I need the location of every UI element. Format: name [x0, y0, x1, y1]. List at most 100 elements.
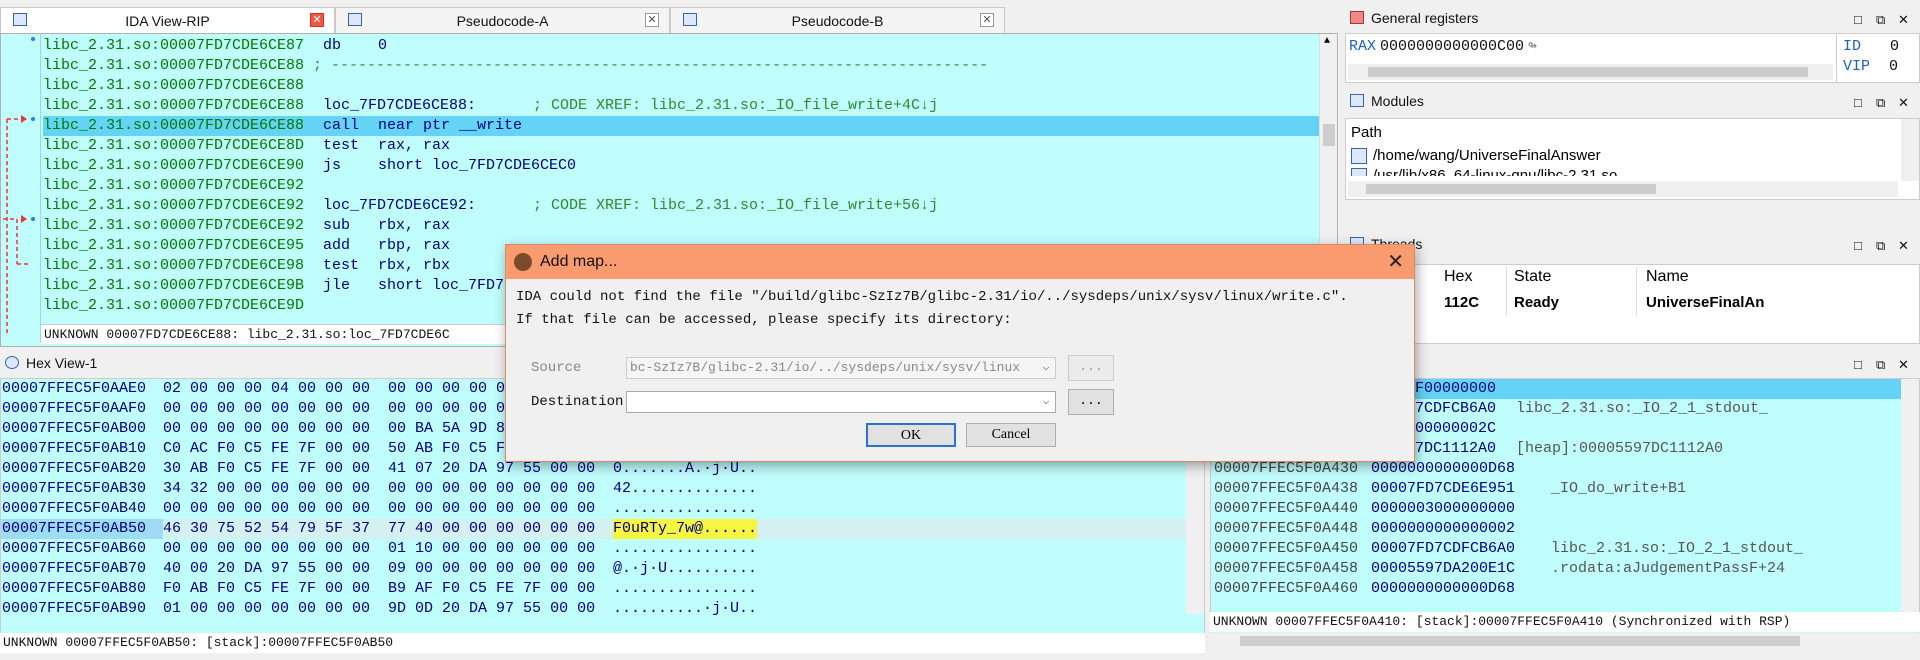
horizontal-scrollbar[interactable] [1348, 64, 1833, 80]
stack-row[interactable]: 00007FFEC5F0A438 00007FD7CDE6E951 _IO_do_w… [1211, 479, 1919, 499]
tab-pseudocode-b[interactable]: Pseudocode-B ✕ [670, 7, 1005, 33]
stack-row[interactable]: 00007FFEC5F0A450 00007FD7CDFCB6A0 libc_2.3… [1211, 539, 1919, 559]
disassembly-line[interactable]: libc_2.31.so:00007FD7CDE6CE88 loc_7FD7CDE… [43, 96, 1321, 116]
stack-row[interactable]: 00007FFEC5F0A440 0000003000000000 [1211, 499, 1919, 519]
vertical-scrollbar[interactable] [1901, 119, 1919, 181]
close-icon[interactable]: ✕ [645, 13, 659, 27]
minimize-icon[interactable]: □ [1854, 354, 1868, 376]
destination-combobox[interactable]: ⌵ [626, 391, 1056, 413]
hex-ascii[interactable]: ................ [613, 579, 757, 599]
hex-row[interactable]: 00007FFEC5F0AB30 34 32 00 00 00 00 00 00 … [1, 479, 1204, 499]
scroll-up-icon[interactable]: ▲ [1324, 36, 1330, 47]
ok-button[interactable]: OK [866, 423, 956, 447]
modules-panel[interactable]: Path /home/wang/UniverseFinalAnswer /usr… [1345, 118, 1920, 200]
hex-bytes[interactable]: 00 00 00 00 00 00 00 00 00 00 00 00 00 0… [163, 499, 613, 519]
close-icon[interactable]: ✕ [980, 13, 994, 27]
hex-row[interactable]: 00007FFEC5F0AB70 40 00 20 DA 97 55 00 00 … [1, 559, 1204, 579]
jump-arrow-icon[interactable]: ↬ [1528, 37, 1537, 57]
minimize-icon[interactable]: □ [1854, 92, 1868, 114]
scrollbar-thumb[interactable] [1366, 184, 1656, 194]
horizontal-scrollbar[interactable] [1348, 181, 1898, 197]
hex-ascii[interactable]: ................ [613, 499, 757, 519]
vertical-scrollbar[interactable] [1901, 379, 1919, 614]
module-row[interactable]: /home/wang/UniverseFinalAnswer [1351, 146, 1601, 166]
hex-ascii[interactable]: F0uRTy_7w@...... [613, 519, 758, 539]
hex-ascii[interactable]: ................ [613, 539, 757, 559]
tab-pseudocode-a[interactable]: Pseudocode-A ✕ [335, 7, 670, 33]
column-header-hex[interactable]: Hex [1444, 265, 1472, 289]
hex-row[interactable]: 00007FFEC5F0AB50 46 30 75 52 54 79 5F 37 … [1, 519, 1204, 539]
thread-name[interactable]: UniverseFinalAn [1646, 291, 1764, 315]
column-header-state[interactable]: State [1514, 265, 1551, 289]
scrollbar-thumb[interactable] [1368, 67, 1808, 77]
threads-panel[interactable]: Hex State Name 112C Ready UniverseFinalA… [1345, 264, 1920, 344]
close-icon[interactable]: ✕ [1898, 235, 1912, 257]
column-header-path[interactable]: Path [1351, 122, 1382, 144]
destination-browse-button[interactable]: ... [1068, 389, 1114, 415]
disassembly-line[interactable]: libc_2.31.so:00007FD7CDE6CE92 sub rbx, rax [43, 216, 1321, 236]
scrollbar-thumb[interactable] [1240, 636, 1800, 646]
scrollbar-thumb[interactable] [1323, 124, 1335, 146]
hex-row[interactable]: 00007FFEC5F0AB20 30 AB F0 C5 FE 7F 00 00 … [1, 459, 1204, 479]
close-icon[interactable]: ✕ [1898, 354, 1912, 376]
source-browse-button[interactable]: ... [1068, 355, 1114, 381]
minimize-icon[interactable]: □ [1854, 9, 1868, 31]
source-combobox[interactable]: bc-SzIz7B/glibc-2.31/io/../sysdeps/unix/… [626, 357, 1056, 379]
disassembly-line[interactable]: libc_2.31.so:00007FD7CDE6CE87 db 0 [43, 36, 1321, 56]
disassembly-line[interactable]: libc_2.31.so:00007FD7CDE6CE90 js short loc… [43, 156, 1321, 176]
disassembly-line[interactable]: libc_2.31.so:00007FD7CDE6CE92 [43, 176, 1321, 196]
disassembly-line[interactable]: libc_2.31.so:00007FD7CDE6CE88 [43, 76, 1321, 96]
hex-row[interactable]: 00007FFEC5F0AB80 F0 AB F0 C5 FE 7F 00 00 … [1, 579, 1204, 599]
hex-bytes[interactable]: 01 00 00 00 00 00 00 00 9D 0D 20 DA 97 5… [163, 599, 613, 619]
register-row[interactable]: RAX 0000000000000C00 ↬ [1349, 37, 1537, 57]
hex-bytes[interactable]: 34 32 00 00 00 00 00 00 00 00 00 00 00 0… [163, 479, 613, 499]
hex-row[interactable]: 00007FFEC5F0AB60 00 00 00 00 00 00 00 00 … [1, 539, 1204, 559]
disassembly-line[interactable]: libc_2.31.so:00007FD7CDE6CE88 call near pt… [43, 116, 1321, 136]
close-icon[interactable]: ✕ [310, 13, 324, 27]
disassembly-line[interactable]: libc_2.31.so:00007FD7CDE6CE92 loc_7FD7CDE… [43, 196, 1321, 216]
disassembly-line[interactable]: libc_2.31.so:00007FD7CDE6CE8D test rax, ra… [43, 136, 1321, 156]
module-row[interactable]: /usr/lib/x86_64-linux-gnu/libc-2.31.so [1351, 166, 1617, 176]
horizontal-scrollbar[interactable] [1210, 633, 1920, 649]
hex-ascii[interactable]: @.·j·U.......... [613, 559, 757, 579]
stack-row[interactable]: 00007FFEC5F0A448 0000000000000002 [1211, 519, 1919, 539]
stack-row[interactable]: 00007FFEC5F0A460 0000000000000D68 [1211, 579, 1919, 599]
register-name: RAX [1349, 38, 1377, 55]
hex-bytes[interactable]: 40 00 20 DA 97 55 00 00 09 00 00 00 00 0… [163, 559, 613, 579]
minimize-icon[interactable]: □ [1854, 235, 1868, 257]
restore-icon[interactable]: ⧉ [1876, 92, 1890, 114]
close-icon[interactable]: ✕ [1898, 9, 1912, 31]
registers-panel[interactable]: RAX 0000000000000C00 ↬ ID 0 VIP 0 [1345, 33, 1920, 83]
hex-row[interactable]: 00007FFEC5F0AB40 00 00 00 00 00 00 00 00 … [1, 499, 1204, 519]
tab-ida-view-rip[interactable]: IDA View-RIP ✕ [0, 7, 335, 33]
flags-list: ID 0 VIP 0 [1843, 37, 1899, 77]
source-label: Source [531, 360, 582, 376]
hex-status-line: UNKNOWN 00007FFEC5F0AB50: [stack]:00007F… [0, 633, 1205, 653]
hex-ascii[interactable]: 0.......A.·j·U.. [613, 459, 757, 479]
hex-bytes[interactable]: F0 AB F0 C5 FE 7F 00 00 B9 AF F0 C5 FE 7… [163, 579, 613, 599]
stack-row[interactable]: 00007FFEC5F0A458 00005597DA200E1C .rodata:… [1211, 559, 1919, 579]
disassembly-line[interactable]: libc_2.31.so:00007FD7CDE6CE88 ; ---------… [43, 56, 1321, 76]
hex-view-icon [5, 356, 19, 369]
dialog-titlebar[interactable]: Add map... ✕ [506, 245, 1414, 279]
hex-row[interactable]: 00007FFEC5F0AB90 01 00 00 00 00 00 00 00 … [1, 599, 1204, 619]
hex-bytes[interactable]: 30 AB F0 C5 FE 7F 00 00 41 07 20 DA 97 5… [163, 459, 613, 479]
restore-icon[interactable]: ⧉ [1876, 235, 1890, 257]
column-header-name[interactable]: Name [1646, 265, 1689, 289]
tab-label: Pseudocode-A [456, 12, 549, 29]
thread-hex[interactable]: 112C [1444, 291, 1479, 315]
close-icon[interactable]: ✕ [1898, 92, 1912, 114]
hex-ascii[interactable]: ..........·j·U.. [613, 599, 757, 619]
hex-bytes[interactable]: 46 30 75 52 54 79 5F 37 77 40 00 00 00 0… [163, 519, 613, 539]
stack-description: libc_2.31.so:_IO_2_1_stdout_ [1516, 400, 1769, 417]
stack-address: 00007FFEC5F0A430 [1214, 460, 1359, 477]
stack-row[interactable]: 00007FFEC5F0A430 0000000000000D68 [1211, 459, 1919, 479]
restore-icon[interactable]: ⧉ [1876, 354, 1890, 376]
hex-ascii[interactable]: 42.............. [613, 479, 757, 499]
cancel-button[interactable]: Cancel [966, 423, 1056, 447]
hex-bytes[interactable]: 00 00 00 00 00 00 00 00 01 10 00 00 00 0… [163, 539, 613, 559]
restore-icon[interactable]: ⧉ [1876, 9, 1890, 31]
close-icon[interactable]: ✕ [1387, 245, 1404, 279]
stack-address: 00007FFEC5F0A448 [1214, 520, 1359, 537]
thread-state[interactable]: Ready [1514, 291, 1559, 315]
